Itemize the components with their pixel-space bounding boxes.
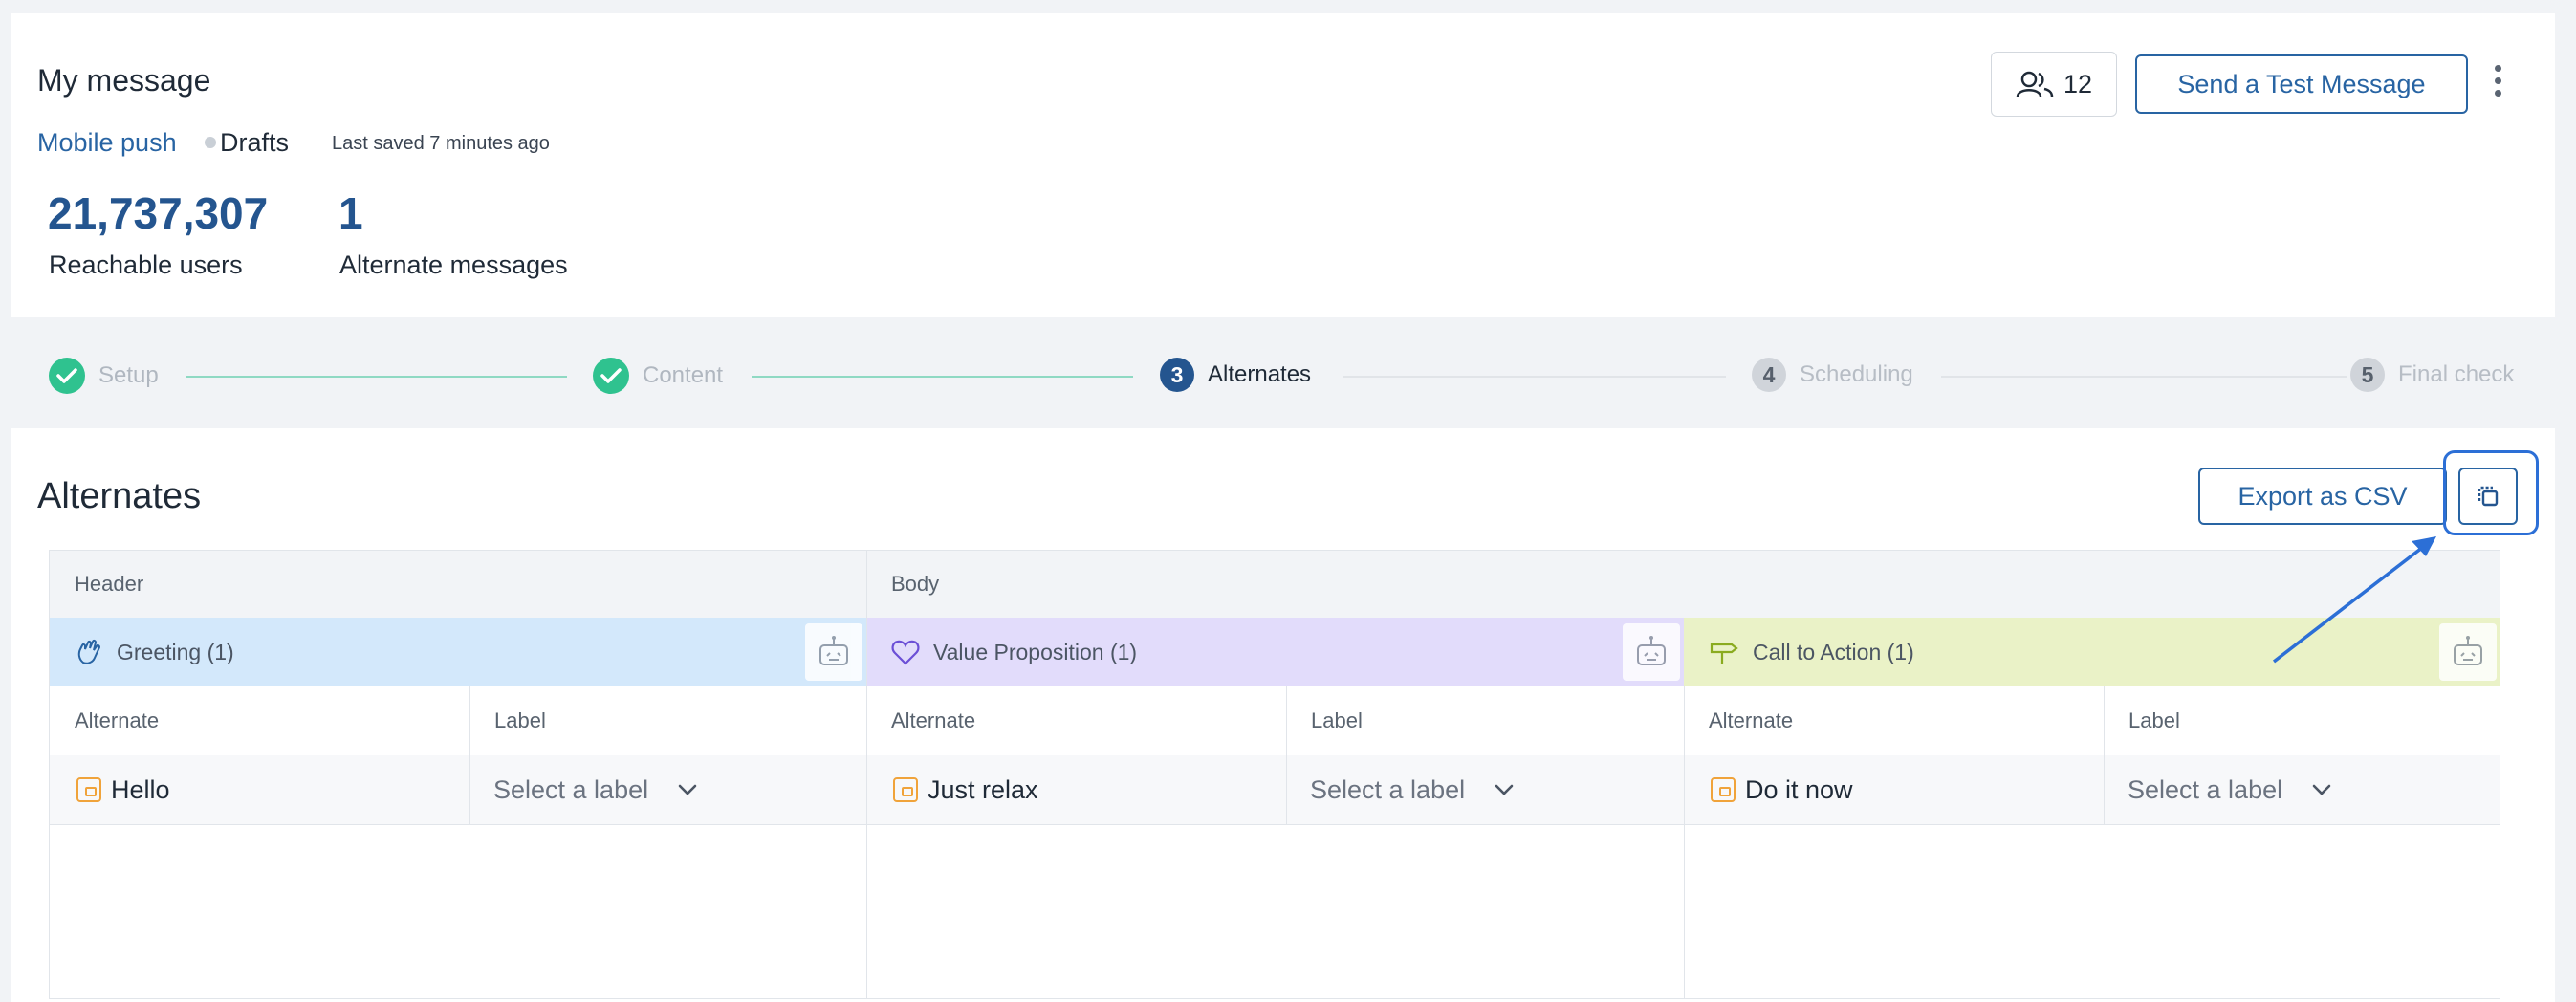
alternate-cell[interactable]: Do it now [1711,755,1853,824]
step-final-check[interactable]: 5 Final check [2350,358,2514,392]
group-greeting: Greeting (1) [50,618,866,686]
alternate-messages-label: Alternate messages [339,250,568,279]
label-select[interactable]: Select a label [1310,755,1515,824]
step-setup[interactable]: Setup [49,358,159,394]
status-dot [205,137,216,148]
send-test-message-button[interactable]: Send a Test Message [2135,54,2468,114]
lock-icon [893,777,918,802]
sub-header-alternate: Alternate [891,708,976,732]
page-title: My message [37,63,211,98]
robot-icon[interactable] [2439,623,2497,681]
heart-icon [891,640,920,665]
step-label: Scheduling [1800,361,1913,387]
stepper-connector [1941,376,2347,378]
robot-icon[interactable] [805,623,862,681]
alternate-text: Hello [111,774,170,804]
stepper-connector [186,376,567,378]
alternate-text: Just relax [928,774,1038,804]
reachable-users-label: Reachable users [49,250,243,279]
column-header-body: Body [891,572,940,596]
sub-header-alternate: Alternate [1709,708,1794,732]
group-label: Value Proposition (1) [933,639,1138,664]
alternates-table: Header Body Greeting (1) Value Propositi… [49,550,2500,999]
alternate-text: Do it now [1745,774,1853,804]
label-select-placeholder: Select a label [493,774,649,804]
signpost-icon [1710,643,1738,664]
robot-icon[interactable] [1623,623,1680,681]
wave-hand-icon [77,639,101,664]
sub-header-alternate: Alternate [75,708,160,732]
table-header-row: Header Body [50,551,2500,619]
stepper-connector [752,376,1133,378]
column-divider [2104,686,2105,824]
step-label: Alternates [1208,361,1312,387]
label-select-placeholder: Select a label [2128,774,2283,804]
step-alternates[interactable]: 3 Alternates [1160,358,1311,392]
column-divider [469,686,470,824]
audience-button[interactable]: 12 [1991,52,2117,117]
export-csv-button[interactable]: Export as CSV [2198,468,2447,525]
check-icon [49,358,85,394]
channel-link[interactable]: Mobile push [37,128,177,158]
step-label: Setup [98,362,159,388]
column-divider [1286,686,1287,824]
reachable-users-value: 21,737,307 [48,188,269,238]
label-select-placeholder: Select a label [1310,774,1466,804]
audience-count: 12 [2063,69,2093,98]
chevron-down-icon [1495,784,1514,795]
sub-header-label: Label [494,708,546,732]
column-divider [866,551,867,998]
stepper-connector [1343,376,1726,378]
step-scheduling[interactable]: 4 Scheduling [1752,358,1913,392]
chevron-down-icon [678,784,697,795]
step-content[interactable]: Content [593,358,723,394]
group-row: Greeting (1) Value Proposition (1) Call … [50,618,2500,686]
label-select[interactable]: Select a label [493,755,698,824]
group-call-to-action: Call to Action (1) [1684,618,2500,686]
last-saved-text: Last saved 7 minutes ago [332,133,550,154]
step-label: Content [643,362,724,388]
group-value-proposition: Value Proposition (1) [866,618,1684,686]
lock-icon [1711,777,1736,802]
copy-icon [2478,486,2499,507]
chevron-down-icon [2312,784,2331,795]
table-row: Hello Select a label Just relax Select a… [50,755,2500,825]
sub-header-label: Label [1311,708,1363,732]
alternate-cell[interactable]: Hello [76,755,170,824]
check-icon [593,358,629,394]
copy-button[interactable] [2458,468,2518,525]
more-options-icon[interactable] [2486,65,2509,103]
section-title: Alternates [37,476,202,516]
lock-icon [76,777,101,802]
step-number: 5 [2350,358,2385,392]
step-number: 3 [1160,358,1194,392]
alternate-cell[interactable]: Just relax [893,755,1038,824]
group-label: Call to Action (1) [1753,639,1914,664]
status-label: Drafts [220,128,290,157]
users-icon [2016,71,2054,98]
column-divider [1684,686,1685,998]
alternate-messages-value: 1 [338,188,363,238]
sub-header-row: Alternate Label Alternate Label Alternat… [50,686,2500,756]
sub-header-label: Label [2128,708,2180,732]
group-label: Greeting (1) [117,639,234,664]
column-header-header: Header [75,572,144,596]
label-select[interactable]: Select a label [2128,755,2332,824]
step-label: Final check [2398,361,2515,387]
step-number: 4 [1752,358,1786,392]
